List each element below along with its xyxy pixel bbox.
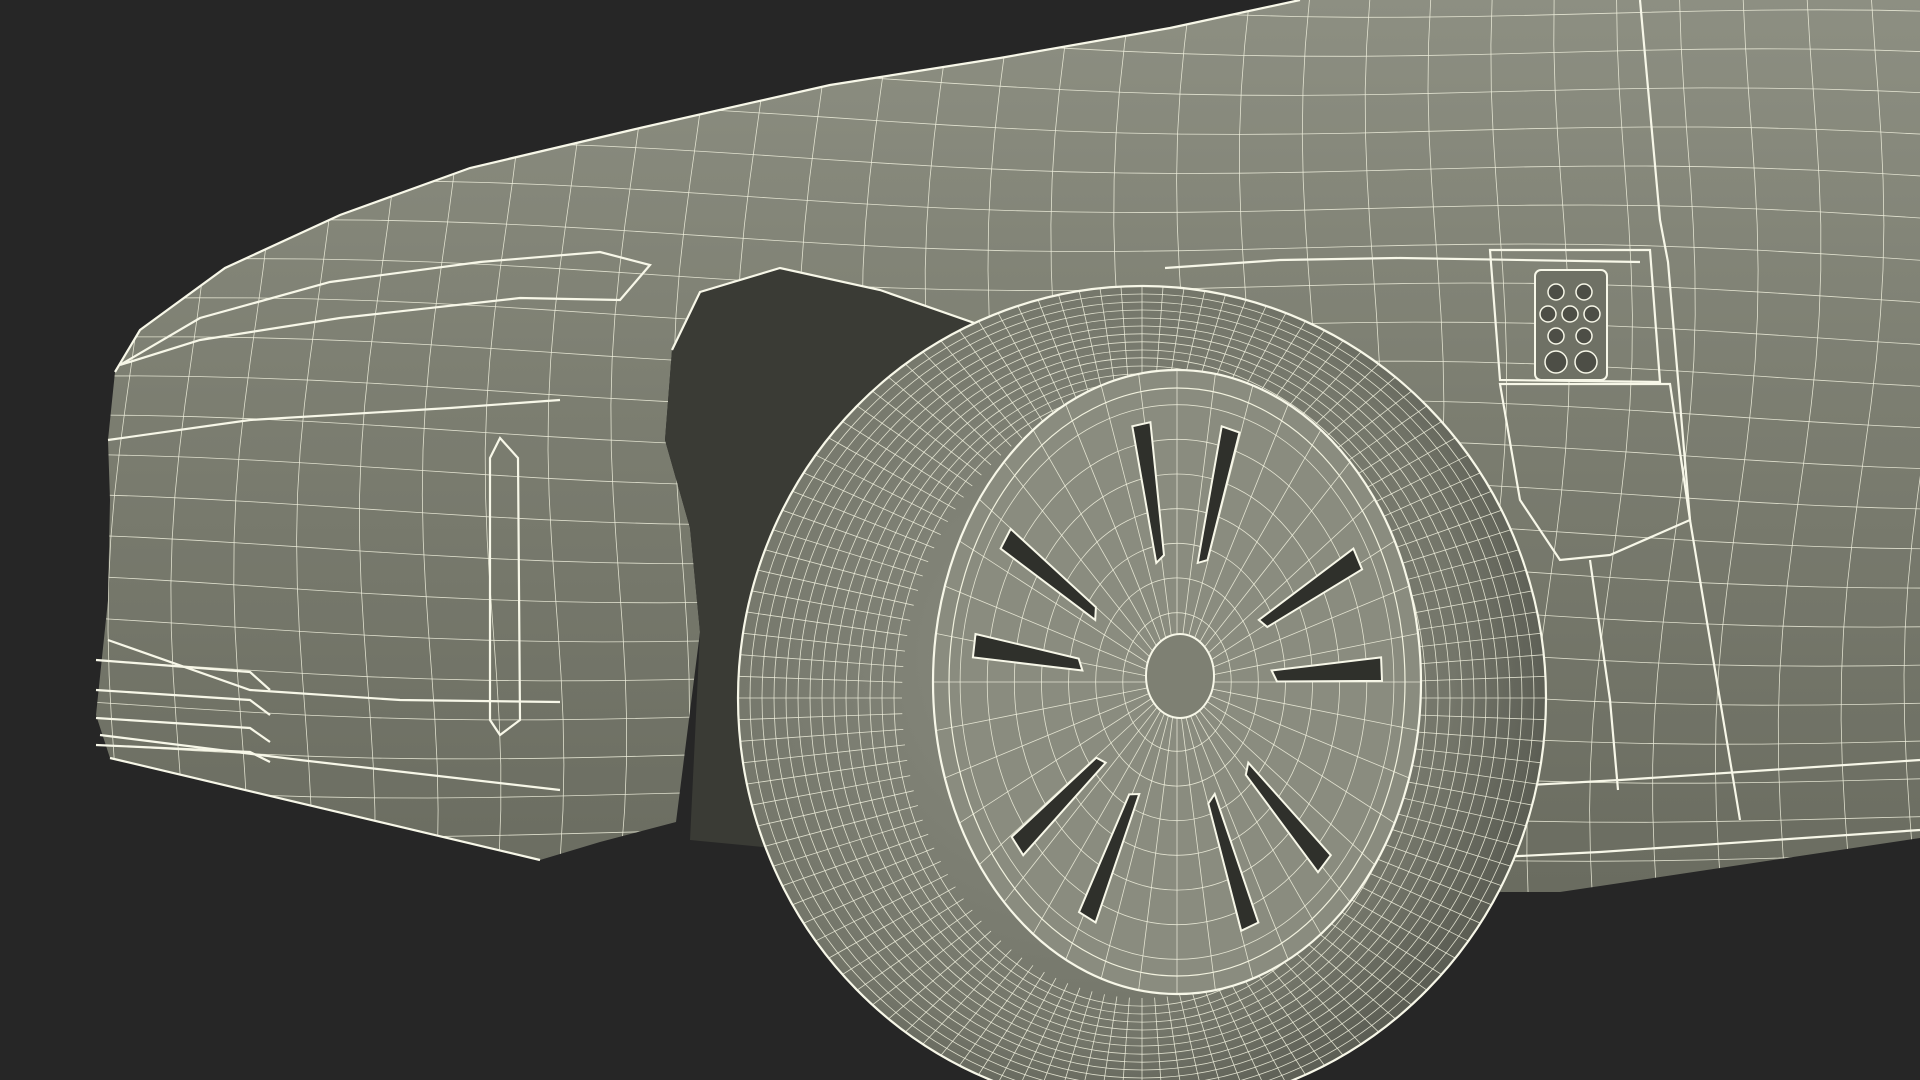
charge-port <box>1534 269 1608 381</box>
wheel-hub-cap <box>1145 633 1215 719</box>
wireframe-car-render <box>0 0 1920 1080</box>
